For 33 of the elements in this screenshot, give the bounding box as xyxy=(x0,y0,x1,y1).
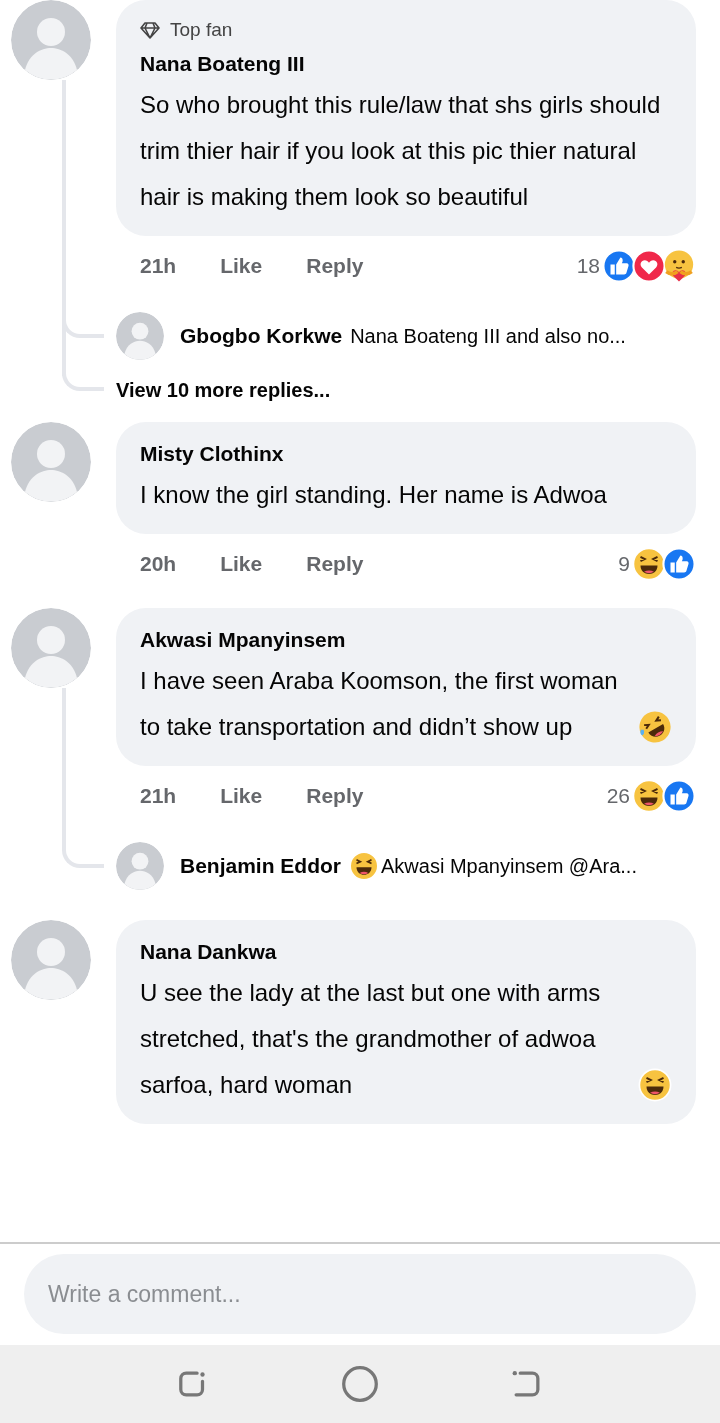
view-more-replies-link[interactable]: View 10 more replies... xyxy=(116,378,331,402)
reply-link[interactable]: Reply xyxy=(306,552,364,576)
thread-connector xyxy=(62,372,104,391)
top-fan-label: Top fan xyxy=(170,19,233,41)
reaction-count: 18 xyxy=(576,254,600,278)
reply-author[interactable]: Gbogbo Korkwe xyxy=(180,324,343,348)
like-link[interactable]: Like xyxy=(220,784,263,808)
comment-text: I know the girl standing. Her name is Adwoa xyxy=(140,480,607,510)
comment-author[interactable]: Nana Boateng III xyxy=(140,46,672,82)
reply-link[interactable]: Reply xyxy=(306,254,364,278)
avatar xyxy=(116,312,164,360)
avatar xyxy=(116,842,164,890)
reply-link[interactable]: Reply xyxy=(306,784,364,808)
reaction-count: 26 xyxy=(606,784,630,808)
thread-connector xyxy=(62,826,104,868)
comment-text: So who brought this rule/law that shs girls should trim thier hair if you look at this pic thier natural hair is making them look so beautiful xyxy=(140,90,662,212)
diamond-icon xyxy=(140,20,160,40)
reply-text: Akwasi Mpanyinsem @Ara... xyxy=(381,854,637,878)
comment-text: U see the lady at the last but one with arms stretched, that's the grandmother of adwoa sarfoa, hard woman xyxy=(140,978,602,1100)
comment-author[interactable]: Akwasi Mpanyinsem xyxy=(140,622,672,658)
comment-time: 20h xyxy=(140,552,177,576)
comment-author[interactable]: Nana Dankwa xyxy=(140,934,672,970)
comment-text: I have seen Araba Koomson, the first woman to take transportation and didn’t show up xyxy=(140,666,619,742)
reaction-count: 9 xyxy=(618,552,630,576)
comment-author[interactable]: Misty Clothinx xyxy=(140,436,672,472)
reply-text: Nana Boateng III and also no... xyxy=(350,324,626,348)
comment-field[interactable]: Write a comment... xyxy=(24,1254,696,1334)
like-link[interactable]: Like xyxy=(220,552,263,576)
like-link[interactable]: Like xyxy=(220,254,263,278)
home-icon[interactable] xyxy=(341,1365,379,1403)
comment-time: 21h xyxy=(140,254,177,278)
reply-author[interactable]: Benjamin Eddor xyxy=(180,854,342,878)
comment-time: 21h xyxy=(140,784,177,808)
